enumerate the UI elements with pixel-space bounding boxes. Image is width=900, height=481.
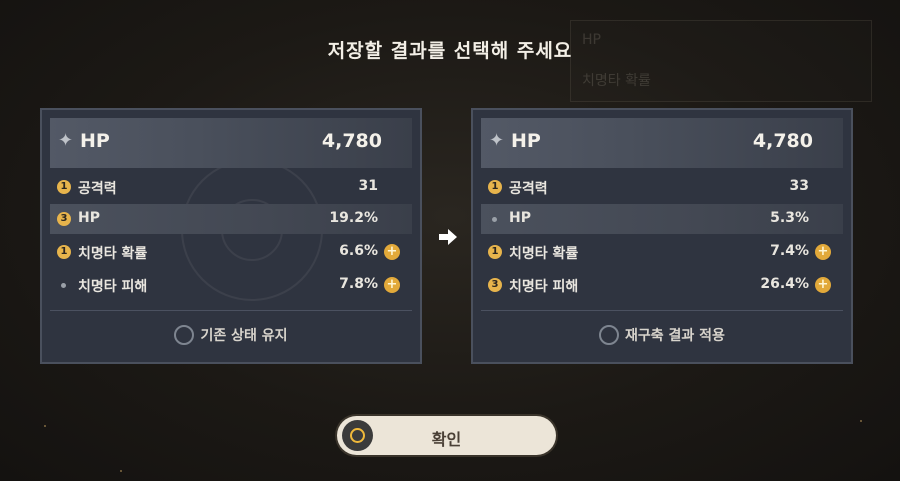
upgrade-count-badge: 1 (488, 245, 502, 259)
substat-value: 33 (789, 178, 809, 194)
main-stat-value: 4,780 (752, 130, 813, 152)
substat-row: 3 치명타 피해 26.4% + (481, 270, 843, 300)
upgrade-count-badge: 3 (488, 278, 502, 292)
main-stat: ✦ HP 4,780 (481, 118, 843, 168)
substat-row: 1 공격력 31 (50, 172, 412, 202)
keep-option-choice[interactable]: 기존 상태 유지 (42, 324, 420, 346)
substat-row: 1 치명타 확률 7.4% + (481, 237, 843, 267)
substat-name: 치명타 피해 (78, 279, 148, 295)
upgrade-count-badge: 1 (57, 180, 71, 194)
sparkle-icon: ✦ (58, 130, 74, 151)
substat-row: 1 치명타 확률 6.6% + (50, 237, 412, 267)
substat-name: 치명타 확률 (78, 246, 148, 262)
main-stat-name: HP (80, 130, 110, 152)
substat-value: 7.4% (770, 243, 809, 259)
divider (50, 310, 412, 311)
substat-name: HP (509, 210, 531, 226)
substat-name: 공격력 (78, 181, 117, 197)
option-panel-keep[interactable]: ✦ HP 4,780 1 공격력 31 3 HP 19.2% 1 치명타 확률 … (40, 108, 422, 364)
page-title: 저장할 결과를 선택해 주세요 (327, 40, 573, 62)
arrow-right-icon (439, 229, 457, 245)
bullet-dot-icon (61, 283, 66, 288)
bullet-dot-icon (492, 217, 497, 222)
substat-row: 치명타 피해 7.8% + (50, 270, 412, 300)
sparkle-icon: ✦ (489, 130, 505, 151)
radio-button[interactable] (599, 324, 620, 345)
upgrade-count-badge: 1 (488, 180, 502, 194)
reshape-option-choice[interactable]: 재구축 결과 적용 (473, 324, 851, 346)
plus-circle-icon: + (815, 277, 831, 293)
confirm-label: 확인 (431, 430, 462, 449)
divider (481, 310, 843, 311)
substat-value: 5.3% (770, 210, 809, 226)
ghost-text-crit: 치명타 확률 (582, 73, 651, 89)
radio-button[interactable] (174, 324, 195, 345)
substat-value: 6.6% (339, 243, 378, 259)
substat-row-highlighted: 3 HP 19.2% (50, 204, 412, 234)
substat-value: 31 (358, 178, 378, 194)
substat-value: 19.2% (329, 210, 378, 226)
main-stat: ✦ HP 4,780 (50, 118, 412, 168)
sparkle-particle (120, 470, 122, 472)
substat-name: HP (78, 210, 100, 226)
main-stat-name: HP (511, 130, 541, 152)
plus-circle-icon: + (815, 244, 831, 260)
substat-name: 치명타 확률 (509, 246, 579, 262)
upgrade-count-badge: 1 (57, 245, 71, 259)
substat-row-highlighted: HP 5.3% (481, 204, 843, 234)
sparkle-particle (860, 420, 862, 422)
substat-value: 7.8% (339, 276, 378, 292)
plus-circle-icon: + (384, 244, 400, 260)
substat-value: 26.4% (760, 276, 809, 292)
upgrade-count-badge: 3 (57, 212, 71, 226)
substat-name: 치명타 피해 (509, 279, 579, 295)
substat-name: 공격력 (509, 181, 548, 197)
confirm-button[interactable]: 확인 (337, 416, 556, 455)
choice-label: 기존 상태 유지 (200, 327, 288, 344)
option-panel-reshape[interactable]: ✦ HP 4,780 1 공격력 33 HP 5.3% 1 치명타 확률 7.4… (471, 108, 853, 364)
plus-circle-icon: + (384, 277, 400, 293)
sparkle-particle (44, 425, 46, 427)
main-stat-value: 4,780 (321, 130, 382, 152)
choice-label: 재구축 결과 적용 (625, 327, 725, 344)
substat-row: 1 공격력 33 (481, 172, 843, 202)
